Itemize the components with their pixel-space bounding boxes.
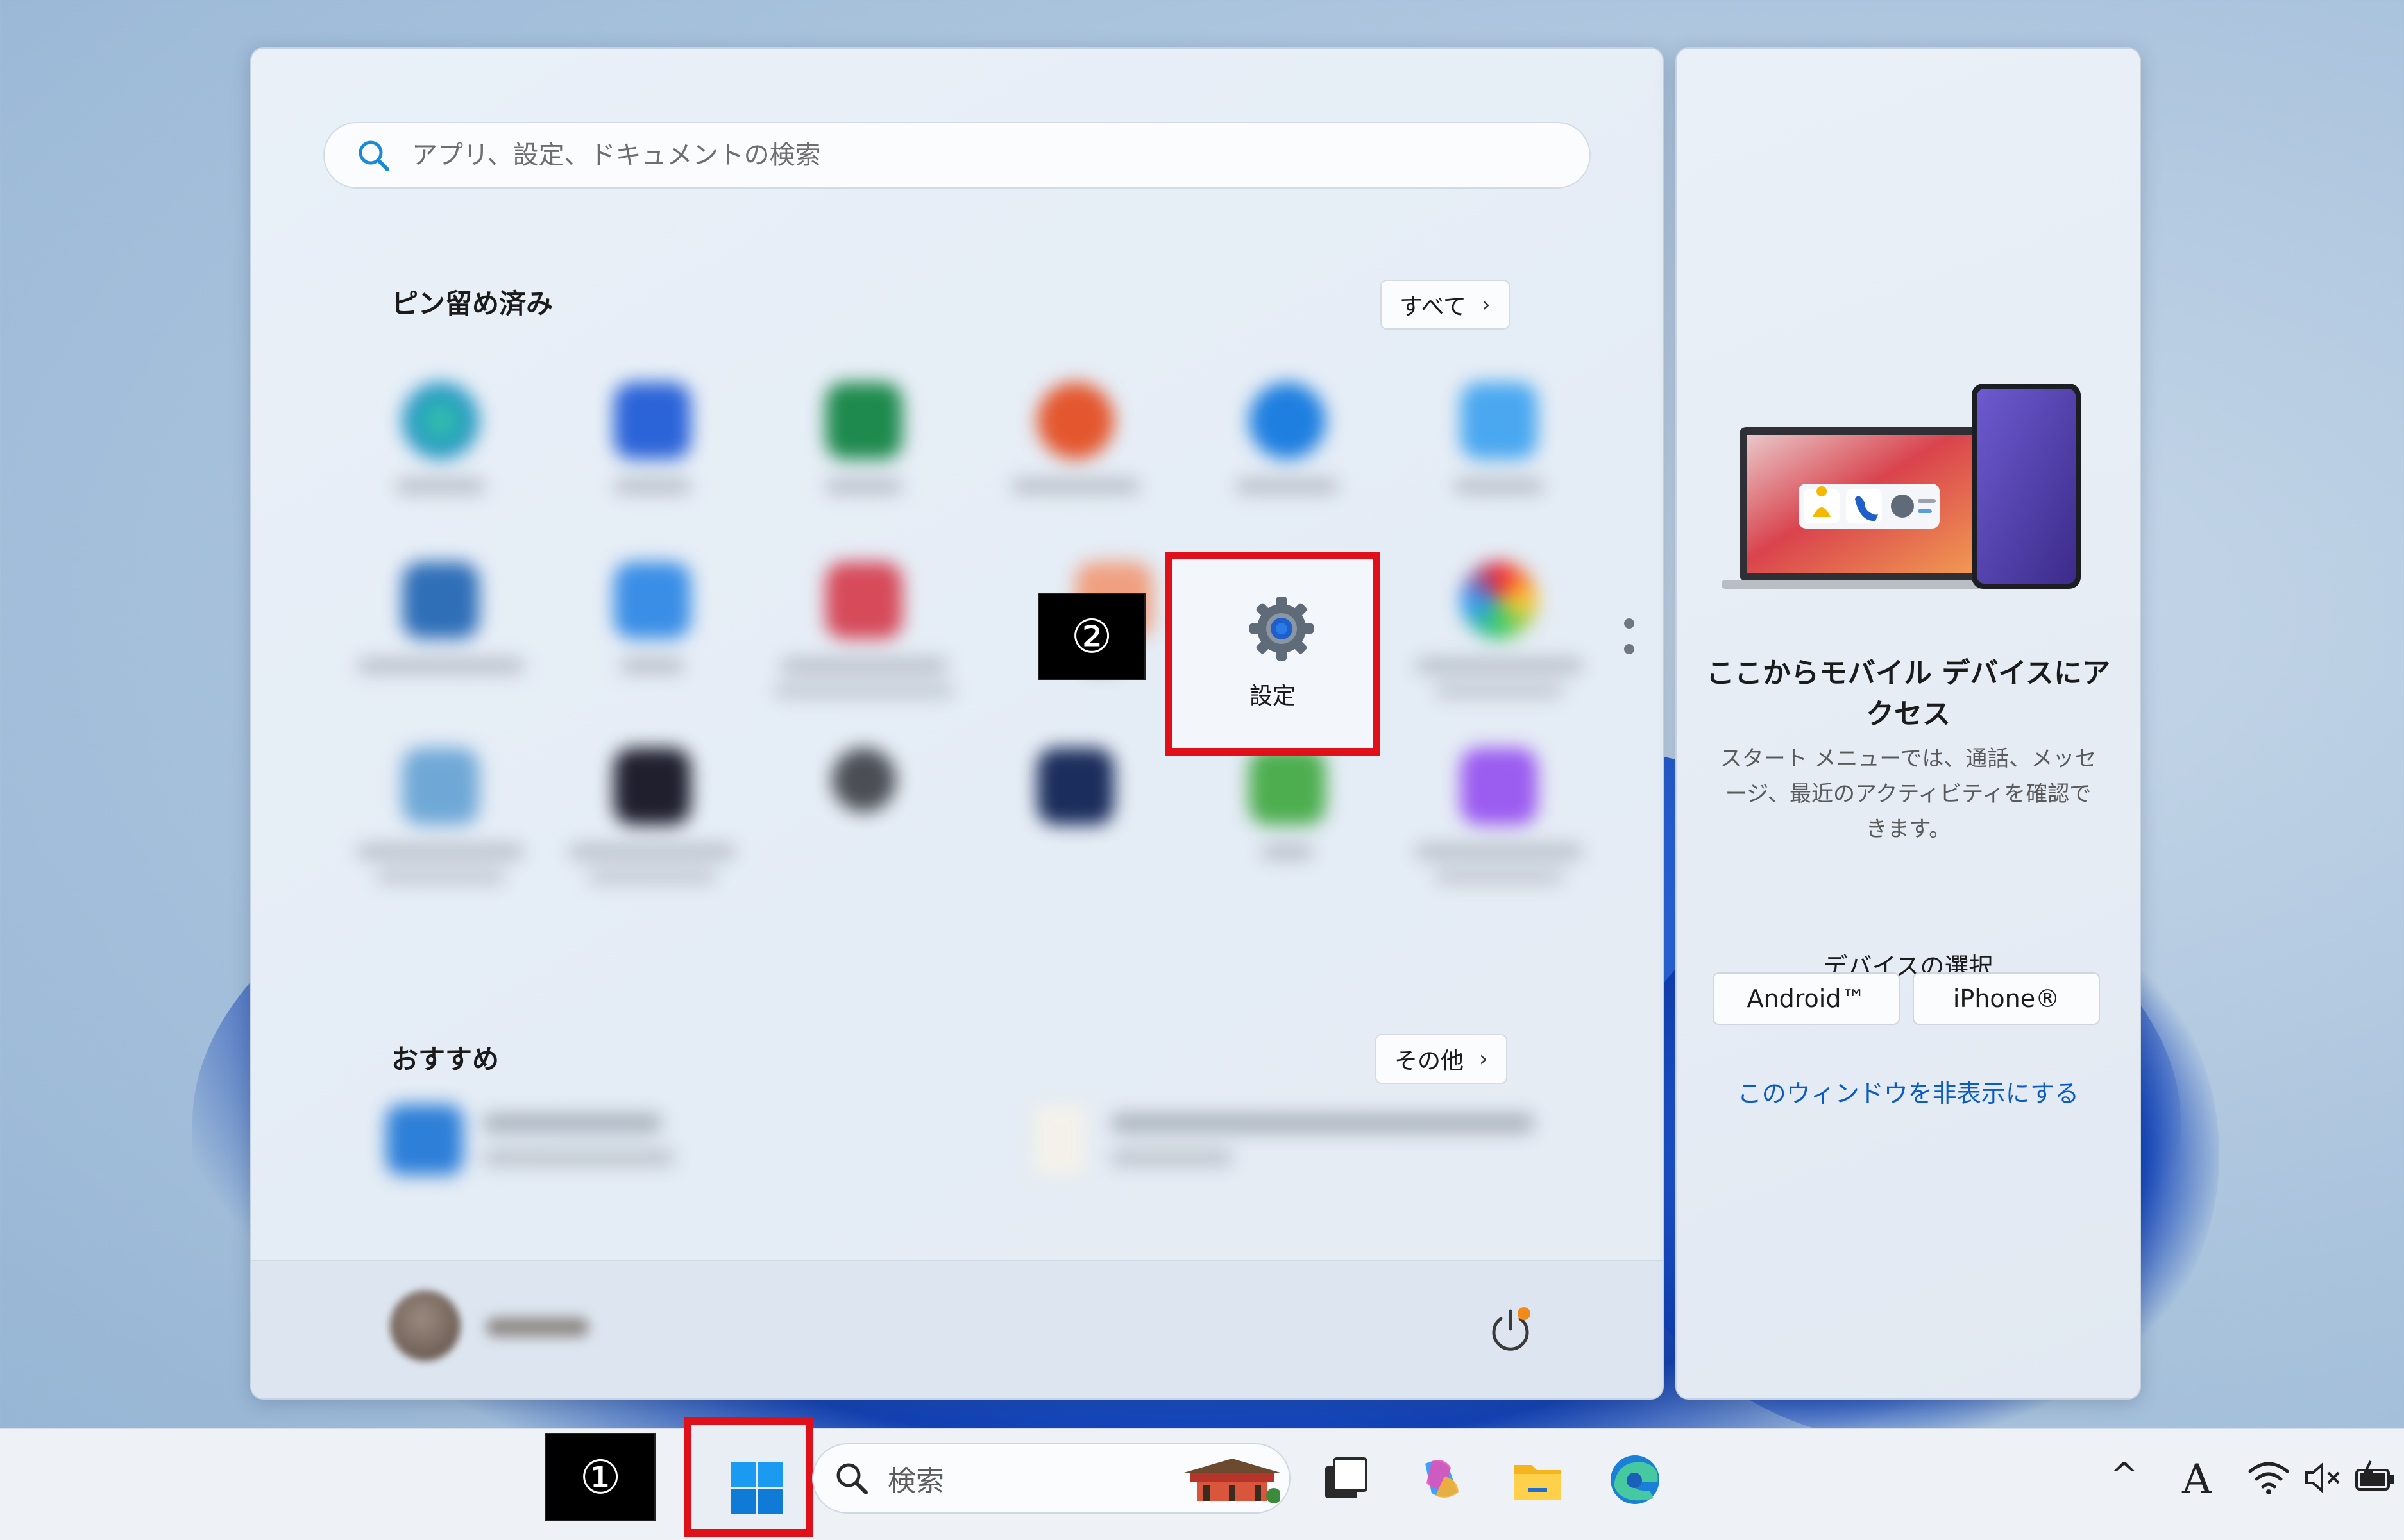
- hide-window-link[interactable]: このウィンドウを非表示にする: [1702, 1074, 2114, 1109]
- chevron-right-icon: ›: [1479, 1046, 1488, 1072]
- search-icon: [836, 1463, 868, 1494]
- ime-indicator[interactable]: A: [2182, 1456, 2212, 1503]
- phone-link-illustration: [1722, 384, 2081, 589]
- pinned-app[interactable]: [338, 555, 543, 709]
- pinned-app[interactable]: [761, 555, 967, 709]
- pinned-app[interactable]: [1396, 376, 1602, 530]
- phone-link-description: スタート メニューでは、通話、メッセージ、最近のアクティビティを確認できます。: [1720, 746, 2097, 842]
- pinned-app[interactable]: [338, 741, 543, 895]
- start-menu: ピン留め済み すべて › ②: [250, 47, 1664, 1400]
- start-footer: [251, 1260, 1663, 1398]
- pinned-app[interactable]: [973, 376, 1178, 530]
- user-name[interactable]: [486, 1317, 589, 1337]
- all-apps-label: すべて: [1400, 294, 1467, 320]
- chevron-right-icon: ›: [1482, 292, 1491, 317]
- gear-icon: [1249, 597, 1314, 661]
- pinned-title: ピン留め済み: [391, 288, 554, 319]
- more-label: その他: [1394, 1048, 1464, 1074]
- taskbar-search-label: 検索: [888, 1465, 944, 1498]
- android-button[interactable]: Android™: [1713, 972, 1900, 1025]
- show-hidden-icons-chevron[interactable]: ^: [2110, 1456, 2138, 1494]
- volume-muted-icon[interactable]: [2304, 1461, 2342, 1494]
- edge-browser-icon[interactable]: [1606, 1451, 1664, 1509]
- pinned-app[interactable]: [761, 376, 967, 530]
- power-icon[interactable]: [1482, 1299, 1539, 1357]
- pinned-app[interactable]: [550, 741, 755, 895]
- pinned-app[interactable]: [973, 741, 1178, 895]
- all-apps-button[interactable]: すべて ›: [1380, 280, 1510, 330]
- start-button[interactable]: [684, 1417, 813, 1537]
- pinned-app[interactable]: [1396, 741, 1602, 895]
- pinned-app[interactable]: [550, 555, 755, 709]
- pinned-app[interactable]: [1396, 555, 1602, 709]
- phone-link-panel: ここからモバイル デバイスにアクセス スタート メニューでは、通話、メッセージ、…: [1675, 47, 2141, 1400]
- page-dots[interactable]: [1624, 618, 1637, 670]
- search-icon: [359, 140, 389, 171]
- pinned-app[interactable]: [1185, 741, 1390, 895]
- avatar[interactable]: [390, 1290, 461, 1361]
- step-2-badge: ②: [1038, 593, 1146, 680]
- taskbar-search-box[interactable]: 検索: [812, 1443, 1291, 1514]
- iphone-button[interactable]: iPhone®: [1913, 972, 2100, 1025]
- start-search-input[interactable]: [411, 140, 1503, 171]
- pinned-app[interactable]: [1185, 376, 1390, 530]
- file-explorer-icon[interactable]: [1509, 1451, 1566, 1509]
- settings-app-tile[interactable]: 設定: [1165, 552, 1380, 756]
- task-view-icon[interactable]: [1316, 1451, 1374, 1509]
- pinned-app[interactable]: [550, 376, 755, 530]
- wifi-icon[interactable]: [2247, 1460, 2290, 1496]
- step-1-badge: ①: [545, 1433, 656, 1521]
- search-highlight-shrine-icon: [1184, 1459, 1280, 1503]
- pinned-app[interactable]: [338, 376, 543, 530]
- pinned-app[interactable]: [761, 741, 967, 895]
- settings-app-label: 設定: [1249, 683, 1296, 709]
- phone-link-title: ここからモバイル デバイスにアクセス: [1706, 657, 2110, 731]
- start-search-box[interactable]: [323, 122, 1591, 189]
- recommended-title: おすすめ: [391, 1044, 500, 1075]
- windows-logo-icon: [731, 1462, 783, 1514]
- battery-charging-icon[interactable]: [2354, 1460, 2395, 1496]
- copilot-icon[interactable]: [1412, 1451, 1470, 1509]
- more-recommended-button[interactable]: その他 ›: [1375, 1034, 1507, 1084]
